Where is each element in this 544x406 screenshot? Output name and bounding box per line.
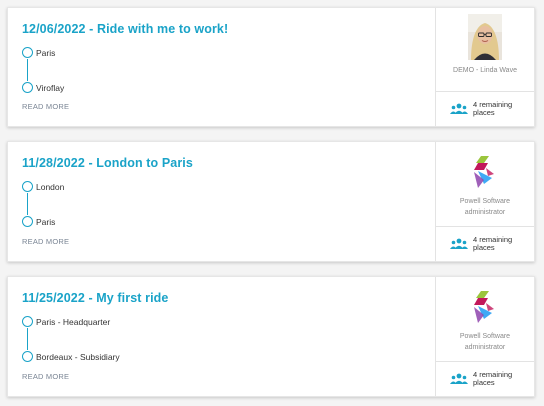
ride-card: 11/25/2022 - My first ride Paris - Headq… <box>7 276 535 397</box>
driver-name: DEMO - Linda Wave <box>453 67 517 74</box>
driver-name: Powell Software administrator <box>459 198 511 216</box>
driver: DEMO - Linda Wave <box>436 8 534 92</box>
driver: Powell Software administrator <box>436 277 534 362</box>
route-end: Bordeaux - Subsidiary <box>22 350 435 363</box>
group-icon <box>450 238 468 249</box>
ride-title[interactable]: 12/06/2022 - Ride with me to work! <box>22 22 435 36</box>
circle-icon <box>22 316 33 327</box>
read-more-link[interactable]: READ MORE <box>22 237 69 246</box>
route: Paris Viroflay <box>22 46 435 94</box>
circle-icon <box>22 351 33 362</box>
circle-icon <box>22 181 33 192</box>
circle-icon <box>22 47 33 58</box>
read-more-link[interactable]: READ MORE <box>22 372 69 381</box>
route-line <box>27 193 28 215</box>
remaining-places: 4 remaining places <box>436 92 534 126</box>
powell-logo-icon <box>474 156 494 188</box>
ride-card: 12/06/2022 - Ride with me to work! Paris… <box>7 7 535 127</box>
driver-avatar <box>468 14 502 60</box>
circle-icon <box>22 82 33 93</box>
group-icon <box>450 103 468 114</box>
start-location: London <box>36 181 65 192</box>
ride-card-side: Powell Software administrator 4 remainin… <box>435 277 534 396</box>
end-location: Paris <box>36 216 56 227</box>
read-more-link[interactable]: READ MORE <box>22 102 69 111</box>
route: Paris - Headquarter Bordeaux - Subsidiar… <box>22 315 435 363</box>
route-start: Paris - Headquarter <box>22 315 435 328</box>
powell-logo-icon <box>474 291 494 323</box>
route-end: Viroflay <box>22 81 435 94</box>
route-start: Paris <box>22 46 435 59</box>
start-location: Paris <box>36 47 56 58</box>
remaining-places: 4 remaining places <box>436 227 534 261</box>
ride-card-main: 12/06/2022 - Ride with me to work! Paris… <box>8 8 435 126</box>
group-icon <box>450 373 468 384</box>
end-location: Viroflay <box>36 82 65 93</box>
ride-card-side: DEMO - Linda Wave 4 remaining places <box>435 8 534 126</box>
ride-card-main: 11/25/2022 - My first ride Paris - Headq… <box>8 277 435 396</box>
route-line <box>27 328 28 350</box>
route-line <box>27 59 28 81</box>
circle-icon <box>22 216 33 227</box>
remaining-places: 4 remaining places <box>436 362 534 396</box>
remaining-places-label: 4 remaining places <box>473 234 513 252</box>
route-start: London <box>22 180 435 193</box>
ride-card-main: 11/28/2022 - London to Paris London Pari… <box>8 142 435 261</box>
route: London Paris <box>22 180 435 228</box>
driver-name: Powell Software administrator <box>459 333 511 351</box>
driver: Powell Software administrator <box>436 142 534 227</box>
remaining-places-label: 4 remaining places <box>473 99 513 117</box>
ride-card: 11/28/2022 - London to Paris London Pari… <box>7 141 535 262</box>
end-location: Bordeaux - Subsidiary <box>36 351 120 362</box>
start-location: Paris - Headquarter <box>36 316 111 327</box>
route-end: Paris <box>22 215 435 228</box>
remaining-places-label: 4 remaining places <box>473 369 513 387</box>
ride-title[interactable]: 11/25/2022 - My first ride <box>22 291 435 305</box>
ride-title[interactable]: 11/28/2022 - London to Paris <box>22 156 435 170</box>
ride-card-side: Powell Software administrator 4 remainin… <box>435 142 534 261</box>
